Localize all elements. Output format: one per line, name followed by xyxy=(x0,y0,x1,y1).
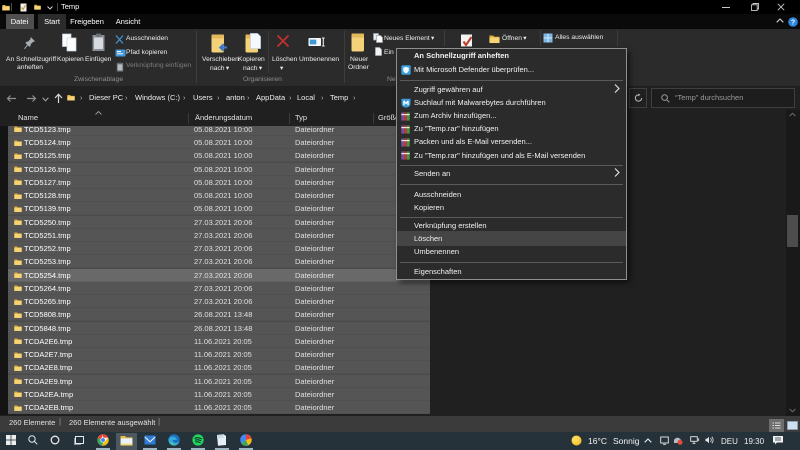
svg-text:?: ? xyxy=(791,19,795,26)
